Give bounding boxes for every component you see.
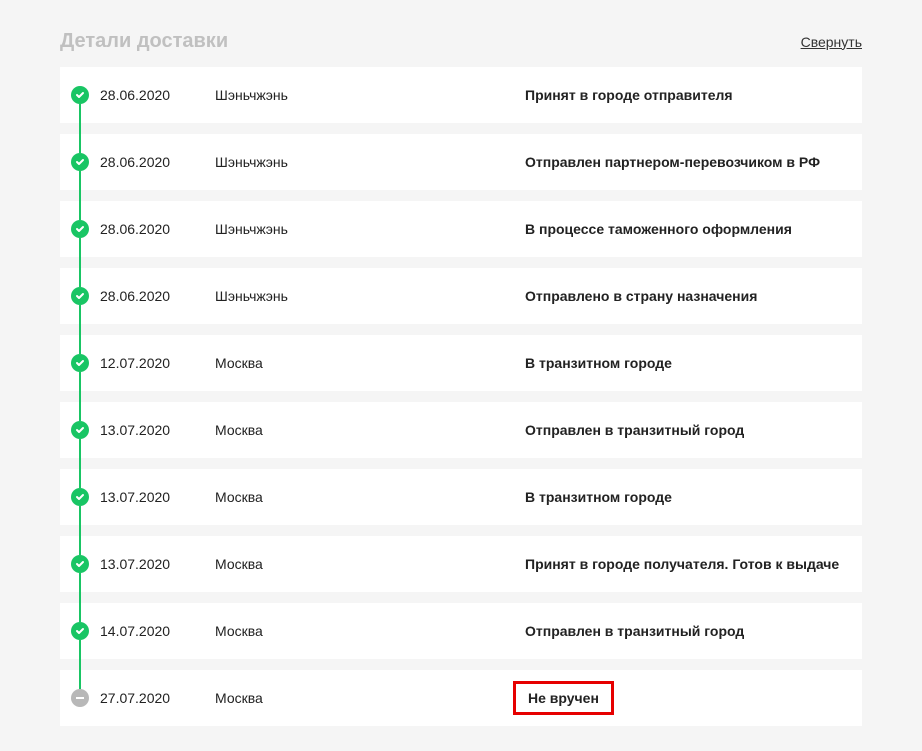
collapse-link[interactable]: Свернуть <box>801 34 862 50</box>
timeline-connector <box>79 372 81 421</box>
timeline-row: 13.07.2020МоскваВ транзитном городе <box>60 469 862 525</box>
check-icon <box>71 220 89 238</box>
timeline-date: 28.06.2020 <box>100 87 215 103</box>
marker-cell <box>60 153 100 171</box>
check-icon <box>71 421 89 439</box>
timeline-date: 14.07.2020 <box>100 623 215 639</box>
timeline-status: Отправлено в страну назначения <box>525 288 862 304</box>
marker-cell <box>60 421 100 439</box>
timeline-city: Москва <box>215 489 525 505</box>
timeline-status: Принят в городе получателя. Готов к выда… <box>525 556 862 572</box>
timeline-city: Москва <box>215 355 525 371</box>
timeline-date: 28.06.2020 <box>100 154 215 170</box>
timeline-row: 14.07.2020МоскваОтправлен в транзитный г… <box>60 603 862 659</box>
details-header: Детали доставки Свернуть <box>60 30 862 53</box>
marker-cell <box>60 555 100 573</box>
marker-cell <box>60 689 100 707</box>
highlight-annotation: Не вручен <box>513 681 614 715</box>
timeline-connector <box>79 238 81 287</box>
timeline-status: Отправлен в транзитный город <box>525 422 862 438</box>
timeline-row: 28.06.2020ШэньчжэньОтправлено в страну н… <box>60 268 862 324</box>
timeline-city: Шэньчжэнь <box>215 288 525 304</box>
marker-cell <box>60 86 100 104</box>
timeline-connector <box>79 640 81 689</box>
timeline-connector <box>79 506 81 555</box>
timeline-status: Отправлен в транзитный город <box>525 623 862 639</box>
check-icon <box>71 555 89 573</box>
timeline-date: 13.07.2020 <box>100 489 215 505</box>
timeline-city: Москва <box>215 556 525 572</box>
timeline-row: 13.07.2020МоскваПринят в городе получате… <box>60 536 862 592</box>
timeline-status: В процессе таможенного оформления <box>525 221 862 237</box>
page-title: Детали доставки <box>60 30 228 53</box>
timeline-connector <box>79 573 81 622</box>
pending-icon <box>71 689 89 707</box>
timeline-status: В транзитном городе <box>525 355 862 371</box>
timeline-date: 28.06.2020 <box>100 221 215 237</box>
timeline-date: 27.07.2020 <box>100 690 215 706</box>
timeline-connector <box>79 171 81 220</box>
timeline-connector <box>79 104 81 153</box>
timeline-city: Москва <box>215 422 525 438</box>
check-icon <box>71 86 89 104</box>
timeline-status: Отправлен партнером-перевозчиком в РФ <box>525 154 862 170</box>
check-icon <box>71 354 89 372</box>
timeline-connector <box>79 439 81 488</box>
timeline-row: 27.07.2020МоскваНе вручен <box>60 670 862 726</box>
marker-cell <box>60 287 100 305</box>
marker-cell <box>60 488 100 506</box>
delivery-timeline: 28.06.2020ШэньчжэньПринят в городе отпра… <box>60 67 862 726</box>
timeline-city: Шэньчжэнь <box>215 87 525 103</box>
marker-cell <box>60 354 100 372</box>
timeline-city: Шэньчжэнь <box>215 154 525 170</box>
timeline-date: 12.07.2020 <box>100 355 215 371</box>
timeline-date: 13.07.2020 <box>100 556 215 572</box>
timeline-connector <box>79 305 81 354</box>
timeline-date: 13.07.2020 <box>100 422 215 438</box>
timeline-status: Принят в городе отправителя <box>525 87 862 103</box>
timeline-row: 28.06.2020ШэньчжэньПринят в городе отпра… <box>60 67 862 123</box>
marker-cell <box>60 622 100 640</box>
timeline-status: В транзитном городе <box>525 489 862 505</box>
check-icon <box>71 622 89 640</box>
timeline-city: Шэньчжэнь <box>215 221 525 237</box>
check-icon <box>71 287 89 305</box>
timeline-status: Не вручен <box>525 681 862 715</box>
marker-cell <box>60 220 100 238</box>
timeline-date: 28.06.2020 <box>100 288 215 304</box>
check-icon <box>71 153 89 171</box>
timeline-row: 28.06.2020ШэньчжэньОтправлен партнером-п… <box>60 134 862 190</box>
timeline-row: 28.06.2020ШэньчжэньВ процессе таможенног… <box>60 201 862 257</box>
timeline-row: 13.07.2020МоскваОтправлен в транзитный г… <box>60 402 862 458</box>
timeline-city: Москва <box>215 623 525 639</box>
timeline-row: 12.07.2020МоскваВ транзитном городе <box>60 335 862 391</box>
timeline-city: Москва <box>215 690 525 706</box>
check-icon <box>71 488 89 506</box>
